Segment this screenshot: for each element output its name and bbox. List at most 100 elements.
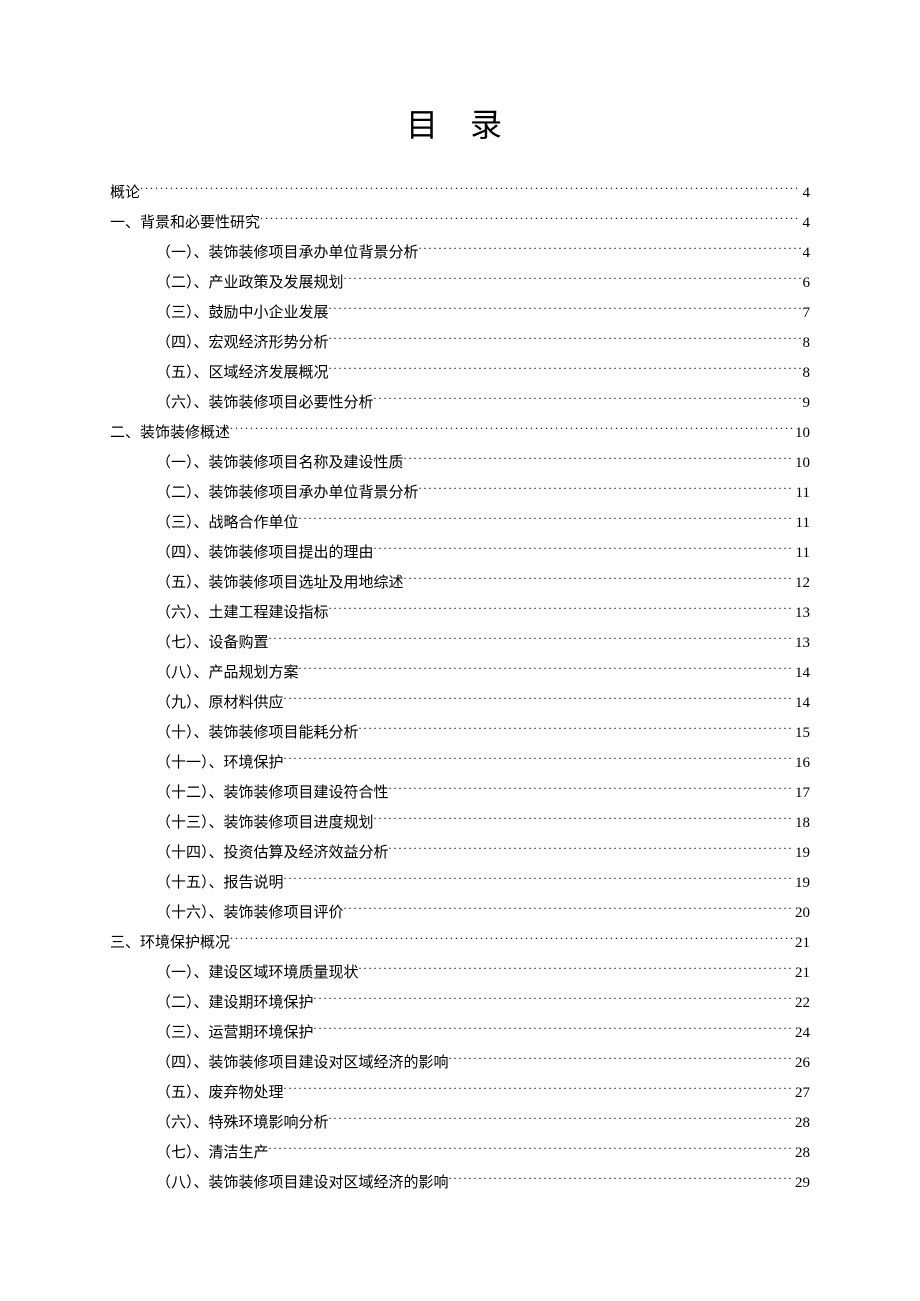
toc-entry-page: 6 <box>801 268 811 298</box>
toc-leader-dots <box>389 842 793 857</box>
toc-entry[interactable]: （十五）、报告说明19 <box>110 868 810 898</box>
toc-entry-page: 14 <box>793 658 810 688</box>
toc-entry[interactable]: （二）、装饰装修项目承办单位背景分析11 <box>110 478 810 508</box>
toc-leader-dots <box>374 542 794 557</box>
toc-entry-page: 7 <box>801 298 811 328</box>
toc-entry-page: 17 <box>793 778 810 808</box>
toc-entry-label: （六）、土建工程建设指标 <box>156 598 329 628</box>
toc-entry-label: （九）、原材料供应 <box>156 688 284 718</box>
toc-leader-dots <box>329 1112 793 1127</box>
toc-entry-label: 二、装饰装修概述 <box>110 418 230 448</box>
toc-leader-dots <box>374 392 801 407</box>
toc-entry[interactable]: （五）、区域经济发展概况8 <box>110 358 810 388</box>
toc-entry-page: 10 <box>793 448 810 478</box>
toc-entry[interactable]: （一）、装饰装修项目名称及建设性质10 <box>110 448 810 478</box>
toc-entry[interactable]: （十）、装饰装修项目能耗分析 15 <box>110 718 810 748</box>
toc-entry[interactable]: （六）、特殊环境影响分析28 <box>110 1108 810 1138</box>
toc-entry-page: 19 <box>793 868 810 898</box>
toc-entry-label: （四）、装饰装修项目建设对区域经济的影响 <box>156 1048 449 1078</box>
toc-entry-page: 8 <box>801 358 811 388</box>
toc-entry[interactable]: （五）、废弃物处理 27 <box>110 1078 810 1108</box>
toc-entry-page: 13 <box>793 628 810 658</box>
toc-leader-dots <box>329 602 793 617</box>
toc-entry[interactable]: （十四）、投资估算及经济效益分析19 <box>110 838 810 868</box>
toc-entry-page: 12 <box>793 568 810 598</box>
toc-entry-page: 16 <box>793 748 810 778</box>
toc-leader-dots <box>269 632 793 647</box>
toc-entry-page: 28 <box>793 1108 810 1138</box>
toc-entry[interactable]: （八）、装饰装修项目建设对区域经济的影响 29 <box>110 1168 810 1198</box>
toc-entry[interactable]: （三）、鼓励中小企业发展 7 <box>110 298 810 328</box>
toc-entry[interactable]: （十三）、装饰装修项目进度规划18 <box>110 808 810 838</box>
toc-entry-page: 24 <box>793 1018 810 1048</box>
toc-entry-label: （四）、宏观经济形势分析 <box>156 328 329 358</box>
toc-entry-page: 9 <box>801 388 811 418</box>
toc-entry[interactable]: （十六）、装饰装修项目评价20 <box>110 898 810 928</box>
toc-entry[interactable]: （四）、宏观经济形势分析 8 <box>110 328 810 358</box>
toc-entry-label: （十三）、装饰装修项目进度规划 <box>156 808 374 838</box>
toc-leader-dots <box>284 1082 793 1097</box>
toc-entry-page: 11 <box>794 508 810 538</box>
toc-entry[interactable]: （一）、装饰装修项目承办单位背景分析4 <box>110 238 810 268</box>
toc-entry[interactable]: （四）、装饰装修项目建设对区域经济的影响26 <box>110 1048 810 1078</box>
toc-entry-page: 11 <box>794 538 810 568</box>
toc-leader-dots <box>299 512 794 527</box>
toc-entry-label: （十）、装饰装修项目能耗分析 <box>156 718 359 748</box>
toc-entry-page: 19 <box>793 838 810 868</box>
toc-leader-dots <box>419 482 794 497</box>
toc-entry-label: （十一）、环境保护 <box>156 748 284 778</box>
toc-entry[interactable]: 概论4 <box>110 178 810 208</box>
toc-entry[interactable]: 一、背景和必要性研究4 <box>110 208 810 238</box>
toc-entry-label: （五）、废弃物处理 <box>156 1078 284 1108</box>
toc-entry-label: （十二）、装饰装修项目建设符合性 <box>156 778 389 808</box>
toc-entry-page: 15 <box>793 718 810 748</box>
toc-leader-dots <box>329 302 801 317</box>
toc-entry-label: （八）、产品规划方案 <box>156 658 299 688</box>
toc-entry[interactable]: （六）、装饰装修项目必要性分析9 <box>110 388 810 418</box>
toc-entry-label: （二）、建设期环境保护 <box>156 988 314 1018</box>
toc-entry-label: （八）、装饰装修项目建设对区域经济的影响 <box>156 1168 449 1198</box>
toc-entry[interactable]: （三）、战略合作单位 11 <box>110 508 810 538</box>
toc-entry-page: 8 <box>801 328 811 358</box>
toc-leader-dots <box>449 1052 793 1067</box>
toc-leader-dots <box>329 332 801 347</box>
toc-entry-page: 21 <box>793 928 810 958</box>
toc-entry[interactable]: （一）、建设区域环境质量现状21 <box>110 958 810 988</box>
toc-entry[interactable]: （三）、运营期环境保护 24 <box>110 1018 810 1048</box>
toc-leader-dots <box>374 812 793 827</box>
toc-entry[interactable]: （七）、清洁生产28 <box>110 1138 810 1168</box>
toc-entry[interactable]: （二）、建设期环境保护22 <box>110 988 810 1018</box>
toc-entry[interactable]: （十一）、环境保护 16 <box>110 748 810 778</box>
toc-entry[interactable]: （六）、土建工程建设指标13 <box>110 598 810 628</box>
toc-leader-dots <box>449 1172 793 1187</box>
page-title: 目 录 <box>110 100 810 146</box>
toc-entry-page: 20 <box>793 898 810 928</box>
toc-leader-dots <box>404 572 793 587</box>
toc-entry[interactable]: （八）、产品规划方案 14 <box>110 658 810 688</box>
toc-entry[interactable]: 三、环境保护概况21 <box>110 928 810 958</box>
toc-leader-dots <box>404 452 793 467</box>
toc-entry-label: （三）、运营期环境保护 <box>156 1018 314 1048</box>
toc-leader-dots <box>314 1022 793 1037</box>
toc-entry-page: 21 <box>793 958 810 988</box>
toc-leader-dots <box>389 782 793 797</box>
toc-entry-label: （三）、战略合作单位 <box>156 508 299 538</box>
toc-entry[interactable]: （十二）、装饰装修项目建设符合性 17 <box>110 778 810 808</box>
toc-leader-dots <box>299 662 793 677</box>
toc-entry[interactable]: （九）、原材料供应14 <box>110 688 810 718</box>
toc-entry-page: 27 <box>793 1078 810 1108</box>
toc-entry-page: 11 <box>794 478 810 508</box>
toc-entry[interactable]: （二）、产业政策及发展规划6 <box>110 268 810 298</box>
toc-entry[interactable]: （五）、装饰装修项目选址及用地综述 12 <box>110 568 810 598</box>
toc-leader-dots <box>284 752 793 767</box>
toc-entry[interactable]: （七）、设备购置13 <box>110 628 810 658</box>
toc-leader-dots <box>344 902 793 917</box>
toc-entry-label: 一、背景和必要性研究 <box>110 208 260 238</box>
toc-entry-label: （五）、装饰装修项目选址及用地综述 <box>156 568 404 598</box>
toc-entry-label: （三）、鼓励中小企业发展 <box>156 298 329 328</box>
toc-leader-dots <box>284 692 793 707</box>
toc-entry-page: 29 <box>793 1168 810 1198</box>
toc-leader-dots <box>359 962 793 977</box>
toc-entry[interactable]: 二、装饰装修概述10 <box>110 418 810 448</box>
toc-entry[interactable]: （四）、装饰装修项目提出的理由11 <box>110 538 810 568</box>
